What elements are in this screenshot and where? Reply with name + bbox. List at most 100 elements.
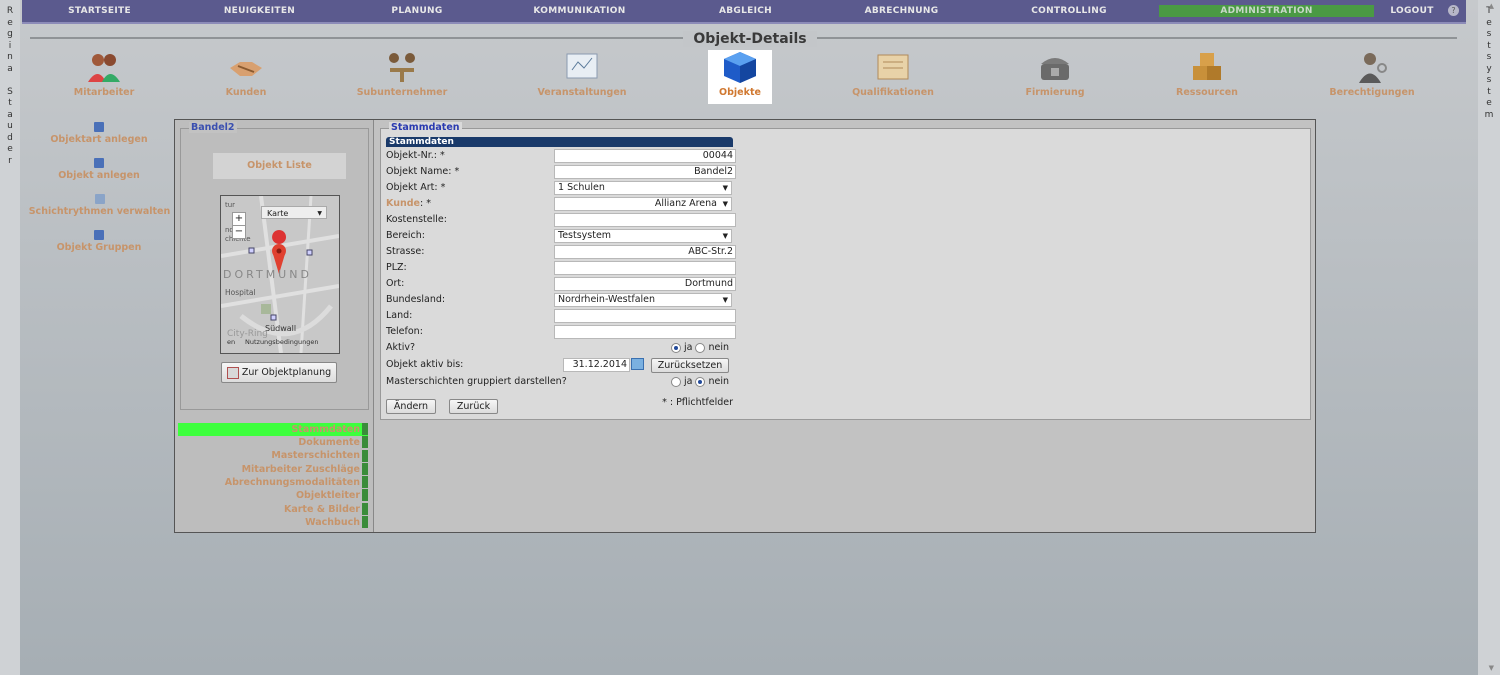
link-objektart-anlegen[interactable]: Objektart anlegen xyxy=(24,122,174,145)
tab-karte-bilder[interactable]: Karte & Bilder xyxy=(178,502,368,516)
module-subunternehmer[interactable]: Subunternehmer xyxy=(352,50,452,104)
link-objekt-gruppen[interactable]: Objekt Gruppen xyxy=(24,230,174,253)
form-header: Stammdaten xyxy=(386,137,733,147)
system-name-vertical: Testsystem xyxy=(1479,6,1499,121)
nav-controlling[interactable]: CONTROLLING xyxy=(979,6,1159,16)
module-firmierung[interactable]: Firmierung xyxy=(1018,50,1092,104)
bereich-label: Bereich: xyxy=(386,230,425,241)
link-label: Objekt Gruppen xyxy=(56,242,142,253)
link-schichtrythmen-verwalten[interactable]: Schichtrythmen verwalten xyxy=(22,194,177,217)
aendern-button[interactable]: Ändern xyxy=(386,399,436,414)
link-label: Objektart anlegen xyxy=(50,134,148,145)
aktiv-nein-radio[interactable] xyxy=(695,342,706,353)
map-type-select[interactable]: Karte ▼ xyxy=(261,206,327,219)
calendar-icon[interactable] xyxy=(631,358,644,370)
telefon-input[interactable] xyxy=(554,325,736,339)
row-land: Land: xyxy=(386,309,736,325)
module-berechtigungen[interactable]: Berechtigungen xyxy=(1325,50,1419,104)
boxes-icon xyxy=(1189,50,1225,84)
kunde-label-wrap: Kunde: * xyxy=(386,198,431,209)
master-ja-radio[interactable] xyxy=(670,376,681,387)
strasse-input[interactable]: ABC-Str.2 xyxy=(554,245,736,259)
zur-objektplanung-button[interactable]: Zur Objektplanung xyxy=(221,362,337,383)
module-mitarbeiter[interactable]: Mitarbeiter xyxy=(65,50,143,104)
bereich-select[interactable]: Testsystem ▼ xyxy=(554,229,732,243)
link-label: Objekt anlegen xyxy=(58,170,140,181)
tab-abrechnungsmodalitaeten[interactable]: Abrechnungsmodalitäten xyxy=(178,476,368,489)
tab-wachbuch[interactable]: Wachbuch xyxy=(178,516,368,529)
nav-planung[interactable]: PLANUNG xyxy=(342,6,492,16)
land-input[interactable] xyxy=(554,309,736,323)
certificate-icon xyxy=(875,50,911,84)
module-veranstaltungen[interactable]: Veranstaltungen xyxy=(532,50,632,104)
nav-kommunikation[interactable]: KOMMUNIKATION xyxy=(492,6,667,16)
vertical-letter: e xyxy=(7,144,13,154)
nav-neuigkeiten[interactable]: NEUIGKEITEN xyxy=(177,6,342,16)
ort-input[interactable]: Dortmund xyxy=(554,277,736,291)
row-kostenstelle: Kostenstelle: xyxy=(386,213,736,229)
row-bundesland: Bundesland: Nordrhein-Westfalen ▼ xyxy=(386,293,733,309)
objekt-liste-button[interactable]: Objekt Liste xyxy=(213,153,346,179)
kunde-link[interactable]: Kunde xyxy=(386,198,420,209)
nav-abgleich[interactable]: ABGLEICH xyxy=(667,6,824,16)
module-objekte[interactable]: Objekte xyxy=(708,50,772,104)
kostenstelle-input[interactable] xyxy=(554,213,736,227)
tab-dokumente[interactable]: Dokumente xyxy=(178,436,368,449)
tab-stammdaten[interactable]: Stammdaten xyxy=(178,423,368,436)
objekt-name-input[interactable]: Bandel2 xyxy=(554,165,736,179)
link-objekt-anlegen[interactable]: Objekt anlegen xyxy=(24,158,174,181)
map-widget[interactable]: tur nd chichte + − Karte ▼ DORTMUND Hosp… xyxy=(220,195,340,354)
right-system-strip: Testsystem ▲ ▼ xyxy=(1478,0,1500,675)
vertical-letter: m xyxy=(1484,109,1494,120)
master-radio-group: ja nein xyxy=(670,376,729,387)
nein-label: nein xyxy=(708,376,729,387)
vertical-letter xyxy=(0,75,20,87)
zuruecksetzen-button[interactable]: Zurücksetzen xyxy=(651,358,729,373)
nav-logout[interactable]: LOGOUT xyxy=(1374,6,1450,16)
zurueck-button[interactable]: Zurück xyxy=(449,399,498,414)
vertical-letter: y xyxy=(1486,63,1492,74)
main-panel: Bandel2 Objekt Liste tur nd chichte + − … xyxy=(174,119,1316,533)
objekt-nr-label: Objekt-Nr.: * xyxy=(386,150,445,161)
nav-abrechnung[interactable]: ABRECHNUNG xyxy=(824,6,979,16)
objekt-art-select[interactable]: 1 Schulen ▼ xyxy=(554,181,732,195)
vertical-letter: R xyxy=(6,6,14,16)
kunde-select[interactable]: Allianz Arena ▼ xyxy=(554,197,732,211)
objekt-name-label: Objekt Name: * xyxy=(386,166,460,177)
map-city-label: DORTMUND xyxy=(223,268,312,281)
module-ressourcen[interactable]: Ressourcen xyxy=(1172,50,1242,104)
cube-icon xyxy=(94,194,105,204)
scroll-down-icon[interactable]: ▼ xyxy=(1489,664,1494,672)
module-label: Kunden xyxy=(225,87,267,98)
plz-label: PLZ: xyxy=(386,262,407,273)
help-globe-icon[interactable]: ? xyxy=(1448,5,1459,16)
master-nein-radio[interactable] xyxy=(695,376,706,387)
module-kunden[interactable]: Kunden xyxy=(210,50,282,104)
row-telefon: Telefon: xyxy=(386,325,736,341)
plz-input[interactable] xyxy=(554,261,736,275)
vertical-letter: u xyxy=(7,121,13,131)
page-title: Objekt-Details xyxy=(683,31,817,47)
objekt-nr-input[interactable]: 00044 xyxy=(554,149,736,163)
bundesland-select[interactable]: Nordrhein-Westfalen ▼ xyxy=(554,293,732,307)
aktiv-ja-radio[interactable] xyxy=(670,342,681,353)
pflichtfelder-note: * : Pflichtfelder xyxy=(662,397,733,408)
module-qualifikationen[interactable]: Qualifikationen xyxy=(847,50,939,104)
chevron-down-icon: ▼ xyxy=(722,200,728,208)
ja-label: ja xyxy=(683,376,693,387)
object-side-panel: Bandel2 Objekt Liste tur nd chichte + − … xyxy=(175,120,374,532)
nav-startseite[interactable]: STARTSEITE xyxy=(22,6,177,16)
chevron-down-icon: ▼ xyxy=(722,232,728,240)
map-zoom-out[interactable]: − xyxy=(232,225,246,239)
tab-mitarbeiter-zuschlaege[interactable]: Mitarbeiter Zuschläge xyxy=(178,462,368,476)
objekt-art-label: Objekt Art: * xyxy=(386,182,446,193)
tab-objektleiter[interactable]: Objektleiter xyxy=(178,489,368,502)
nav-administration[interactable]: ADMINISTRATION xyxy=(1159,5,1374,17)
map-terms-link[interactable]: Nutzungsbedingungen xyxy=(245,338,318,346)
page-title-wrap: Objekt-Details xyxy=(0,31,1500,47)
map-zoom-in[interactable]: + xyxy=(232,212,246,226)
tab-masterschichten[interactable]: Masterschichten xyxy=(178,449,368,463)
aktiv-bis-input[interactable]: 31.12.2014 xyxy=(563,358,630,372)
row-strasse: Strasse: ABC-Str.2 xyxy=(386,245,736,261)
scroll-up-icon[interactable]: ▲ xyxy=(1489,2,1494,10)
